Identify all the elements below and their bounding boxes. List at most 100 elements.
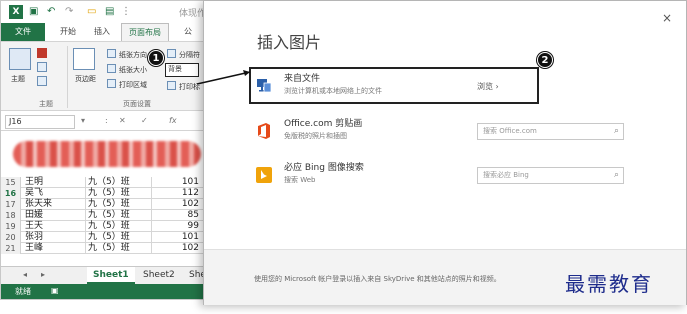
cell-class[interactable]: 九（5）班: [85, 177, 149, 188]
redacted-area: [1, 132, 211, 176]
table-row[interactable]: 20 张羽 九（5）班 101: [1, 232, 211, 243]
status-text: 就绪: [15, 287, 31, 296]
bing-search-input[interactable]: 搜索必应 Bing ⌕: [477, 167, 624, 184]
redo-icon[interactable]: ↷: [65, 6, 73, 17]
cell-name[interactable]: 吴飞: [23, 188, 83, 199]
tab-file[interactable]: 文件: [1, 23, 45, 41]
orientation-icon[interactable]: [107, 49, 116, 58]
paper-size-icon[interactable]: [107, 64, 116, 73]
cell-class[interactable]: 九（5）班: [85, 221, 149, 232]
table-row[interactable]: 17 张天来 九（5）班 102: [1, 199, 211, 210]
cell-score[interactable]: 85: [151, 210, 201, 221]
cell-name[interactable]: 王天: [23, 221, 83, 232]
option-bing-search[interactable]: 必应 Bing 图像搜索 搜索 Web 搜索必应 Bing ⌕: [252, 158, 632, 194]
cell-class[interactable]: 九（5）班: [85, 232, 149, 243]
cell-score[interactable]: 112: [151, 188, 201, 199]
enter-icon[interactable]: ✓: [141, 116, 148, 125]
cell-score[interactable]: 99: [151, 221, 201, 232]
cell-score[interactable]: 102: [151, 199, 201, 210]
cell-name[interactable]: 田媛: [23, 210, 83, 221]
colors-icon[interactable]: [37, 48, 47, 58]
option-office-clipart[interactable]: Office.com 剪贴画 免版税的照片和插图 搜索 Office.com ⌕: [252, 114, 632, 150]
excel-window: X ▣ ↶ ↷ ▭ ▤ ⋮ 体现作词 文件 开始 插入 页面布局 公 主题 页边…: [0, 0, 212, 300]
customize-qa-icon[interactable]: ⋮: [121, 6, 131, 17]
worksheet-grid[interactable]: 15 王明 九（5）班 101 16 吴飞 九（5）班 112 17 张天来 九…: [1, 177, 211, 254]
fonts-icon[interactable]: [37, 62, 47, 72]
tab-page-layout[interactable]: 页面布局: [121, 23, 169, 41]
name-box[interactable]: J16: [5, 115, 75, 129]
macro-record-icon[interactable]: ▣: [51, 286, 59, 295]
paper-size-label[interactable]: 纸张大小: [119, 65, 147, 75]
formula-bar: J16 ▾ : ✕ ✓ fx: [1, 113, 211, 131]
orientation-label[interactable]: 纸张方向: [119, 50, 147, 60]
undo-icon[interactable]: ↶: [47, 6, 55, 17]
themes-icon[interactable]: [9, 48, 31, 70]
cell-name[interactable]: 王峰: [23, 243, 83, 254]
cell-name[interactable]: 王明: [23, 177, 83, 188]
tab-formulas[interactable]: 公: [173, 23, 203, 41]
highlight-box: [249, 67, 539, 104]
tab-home[interactable]: 开始: [53, 23, 83, 41]
step-badge-2: 2: [537, 52, 553, 68]
table-row[interactable]: 16 吴飞 九（5）班 112: [1, 188, 211, 199]
watermark-logo: 最需教育: [565, 272, 653, 296]
search-icon[interactable]: ⌕: [614, 168, 619, 183]
group-page-setup-label: 页面设置: [123, 100, 151, 108]
quick-print-icon[interactable]: ▤: [105, 6, 114, 17]
background-label: 背景: [168, 65, 182, 73]
breaks-icon[interactable]: [167, 49, 176, 58]
effects-icon[interactable]: [37, 76, 47, 86]
print-titles-icon[interactable]: [167, 81, 176, 90]
insert-function-icon[interactable]: fx: [169, 116, 177, 125]
tab-insert[interactable]: 插入: [87, 23, 117, 41]
save-icon[interactable]: ▣: [29, 6, 38, 17]
print-titles-label[interactable]: 打印标: [179, 82, 200, 92]
cell-name[interactable]: 张羽: [23, 232, 83, 243]
signin-note: 使用您的 Microsoft 帐户登录以插入来自 SkyDrive 和其他站点的…: [254, 275, 501, 283]
print-area-label[interactable]: 打印区域: [119, 80, 147, 90]
breaks-label[interactable]: 分隔符: [179, 50, 200, 60]
cell-class[interactable]: 九（5）班: [85, 188, 149, 199]
search-placeholder: 搜索 Office.com: [483, 127, 537, 135]
office-logo-icon: [258, 123, 270, 139]
row-number[interactable]: 21: [1, 243, 21, 254]
cell-class[interactable]: 九（5）班: [85, 243, 149, 254]
row-number[interactable]: 17: [1, 199, 21, 210]
excel-titlebar: X ▣ ↶ ↷ ▭ ▤ ⋮ 体现作词: [1, 1, 211, 23]
print-area-icon[interactable]: [107, 79, 116, 88]
table-row[interactable]: 19 王天 九（5）班 99: [1, 221, 211, 232]
table-row[interactable]: 18 田媛 九（5）班 85: [1, 210, 211, 221]
table-row[interactable]: 15 王明 九（5）班 101: [1, 177, 211, 188]
sheet-tab-sheet1[interactable]: Sheet1: [87, 267, 135, 284]
sheet-next-icon[interactable]: ▸: [41, 270, 45, 279]
row-number[interactable]: 18: [1, 210, 21, 221]
sheet-tab-sheet2[interactable]: Sheet2: [137, 267, 181, 284]
cell-class[interactable]: 九（5）班: [85, 199, 149, 210]
row-number[interactable]: 20: [1, 232, 21, 243]
search-icon[interactable]: ⌕: [614, 124, 619, 139]
cell-name[interactable]: 张天来: [23, 199, 83, 210]
margins-icon[interactable]: [73, 48, 95, 70]
option-title: Office.com 剪贴画: [284, 119, 363, 129]
cell-class[interactable]: 九（5）班: [85, 210, 149, 221]
sheet-prev-icon[interactable]: ◂: [23, 270, 27, 279]
cell-score[interactable]: 101: [151, 177, 201, 188]
cancel-icon[interactable]: ✕: [119, 116, 126, 125]
close-icon[interactable]: ×: [662, 11, 672, 25]
open-folder-icon[interactable]: ▭: [87, 6, 96, 17]
excel-logo-icon: X: [9, 5, 23, 19]
option-description: 免版税的照片和插图: [284, 132, 347, 140]
office-search-input[interactable]: 搜索 Office.com ⌕: [477, 123, 624, 140]
margins-label[interactable]: 页边距: [75, 74, 96, 84]
background-button[interactable]: 背景: [165, 63, 199, 77]
table-row[interactable]: 21 王峰 九（5）班 102: [1, 243, 211, 254]
row-number[interactable]: 16: [1, 188, 21, 199]
search-placeholder: 搜索必应 Bing: [483, 171, 529, 179]
name-box-dropdown-icon[interactable]: ▾: [81, 116, 85, 125]
row-number[interactable]: 15: [1, 177, 21, 188]
row-number[interactable]: 19: [1, 221, 21, 232]
themes-label[interactable]: 主题: [11, 74, 25, 84]
cell-score[interactable]: 102: [151, 243, 201, 254]
cell-score[interactable]: 101: [151, 232, 201, 243]
option-description: 搜索 Web: [284, 176, 316, 184]
